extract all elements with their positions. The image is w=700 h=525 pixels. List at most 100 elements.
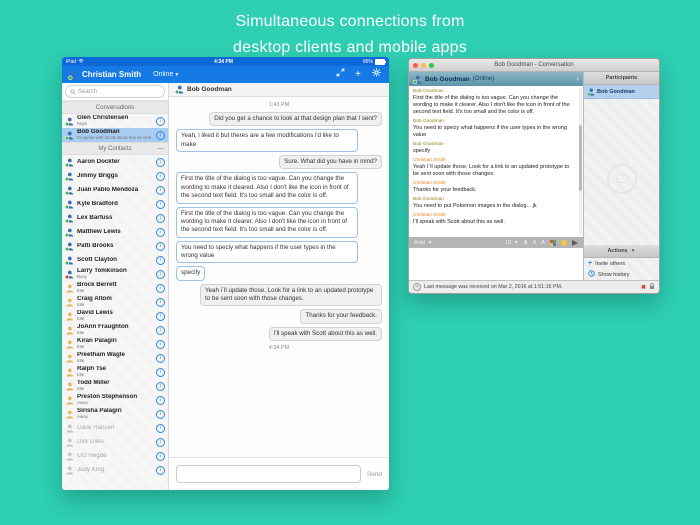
info-icon[interactable]: i: [156, 256, 165, 265]
contact-item[interactable]: Todd MillerIdlei: [62, 379, 168, 393]
contact-item[interactable]: Scott Claytoni: [62, 253, 168, 267]
presence-selector[interactable]: Online▼: [153, 71, 179, 78]
incoming-message-bubble: specify: [176, 266, 205, 280]
phone-unavailable-icon[interactable]: ✖: [641, 284, 646, 291]
send-icon[interactable]: [572, 240, 578, 246]
underline-button[interactable]: A: [541, 240, 545, 246]
action-item[interactable]: +Invite others: [584, 258, 659, 269]
emoji-icon[interactable]: [561, 240, 567, 246]
idle-person-icon: [65, 382, 74, 391]
info-icon[interactable]: i: [156, 186, 165, 195]
info-icon[interactable]: i: [156, 200, 165, 209]
actions-header: Actions▼: [584, 245, 659, 258]
timestamp: 1:43 PM: [176, 102, 382, 108]
contact-item[interactable]: Craig AltomIdlei: [62, 295, 168, 309]
mac-conversation-window: Bob Goodman - Conversation Bob Goodman (…: [408, 58, 660, 294]
contact-item[interactable]: JoAnn FraughtonIdlei: [62, 323, 168, 337]
incoming-message-bubble: Yeah, i liked it but theres are a few mo…: [176, 129, 358, 152]
info-icon[interactable]: i: [156, 368, 165, 377]
italic-button[interactable]: A: [533, 240, 537, 246]
chevron-right-icon[interactable]: ›: [576, 72, 579, 86]
chat-watermark-icon: [607, 164, 637, 194]
message-input[interactable]: [176, 465, 361, 483]
contact-item[interactable]: Brock BerrettIdlei: [62, 281, 168, 295]
incoming-message-bubble: First the title of the dialog is too vag…: [176, 207, 358, 238]
info-icon[interactable]: i: [156, 410, 165, 419]
contact-name: Patti Brooks: [77, 243, 153, 250]
contact-item[interactable]: Ralph TseIdlei: [62, 365, 168, 379]
info-icon[interactable]: i: [156, 214, 165, 223]
available-person-icon: [65, 131, 74, 140]
lock-icon[interactable]: [649, 283, 655, 292]
info-icon[interactable]: i: [156, 326, 165, 335]
available-person-icon: [65, 200, 74, 209]
dismiss-status-icon[interactable]: ✕: [413, 283, 421, 291]
available-person-icon: [65, 242, 74, 251]
contact-item[interactable]: David LewisIdlei: [62, 309, 168, 323]
mac-compose-area[interactable]: [409, 248, 583, 280]
contact-item[interactable]: Aaron Dockteri: [62, 155, 168, 169]
scrollbar-thumb[interactable]: [579, 125, 582, 191]
expand-icon[interactable]: [333, 66, 347, 83]
outgoing-message-bubble: Sure. What did you have in mind?: [279, 155, 382, 169]
send-button[interactable]: Send: [367, 471, 382, 478]
contact-item[interactable]: Preston StephensonAwayi: [62, 393, 168, 407]
font-family-select[interactable]: Arial ▼: [414, 240, 433, 246]
info-icon[interactable]: i: [156, 466, 165, 475]
info-icon[interactable]: i: [156, 424, 165, 433]
contact-item[interactable]: Kyle Bradfordi: [62, 197, 168, 211]
info-icon[interactable]: i: [156, 438, 165, 447]
contact-item[interactable]: Sirisha PalagiriAwayi: [62, 407, 168, 421]
contact-item[interactable]: Dirk Gilesi: [62, 435, 168, 449]
conversation-item[interactable]: Glen Christensenheyai: [62, 114, 168, 128]
busy-person-icon: [65, 270, 74, 279]
info-icon[interactable]: i: [156, 284, 165, 293]
font-size-select[interactable]: 10 ▼: [505, 240, 519, 246]
info-icon[interactable]: i: [156, 298, 165, 307]
color-palette-icon[interactable]: [550, 240, 556, 246]
info-icon[interactable]: i: [156, 172, 165, 181]
contact-item[interactable]: Preetham WagleIdlei: [62, 351, 168, 365]
conversation-item[interactable]: Bob GoodmanI'll speak with Scott about t…: [62, 128, 168, 142]
info-icon[interactable]: i: [156, 270, 165, 279]
contact-item[interactable]: Kiran PalagiriIdlei: [62, 337, 168, 351]
info-icon[interactable]: i: [156, 382, 165, 391]
info-icon[interactable]: i: [156, 340, 165, 349]
contact-item[interactable]: Larry TomkinsonBusyi: [62, 267, 168, 281]
bold-button[interactable]: A: [524, 240, 528, 246]
contact-name: Lex Barfuss: [77, 215, 153, 222]
action-item[interactable]: Show history: [584, 269, 659, 280]
contact-item[interactable]: Judy Kingi: [62, 463, 168, 477]
outgoing-message-bubble: I'll speak with Scott about this as well…: [269, 327, 382, 341]
contact-name: Aaron Dockter: [77, 159, 153, 166]
contact-item[interactable]: Lex Barfussi: [62, 211, 168, 225]
collapse-contacts-button[interactable]: —: [157, 143, 164, 154]
contact-item[interactable]: Matthew Lewisi: [62, 225, 168, 239]
contact-item[interactable]: Patti Brooksi: [62, 239, 168, 253]
contact-item[interactable]: Juan Pablo Mendozai: [62, 183, 168, 197]
contact-item[interactable]: Jimmy Briggsi: [62, 169, 168, 183]
away-person-icon: [65, 396, 74, 405]
info-icon[interactable]: i: [156, 396, 165, 405]
contact-status-text: Away: [77, 415, 153, 420]
info-icon[interactable]: i: [156, 131, 165, 140]
peer-name: Bob Goodman: [425, 76, 470, 83]
info-icon[interactable]: i: [156, 354, 165, 363]
participant-item[interactable]: Bob Goodman: [584, 85, 659, 99]
info-icon[interactable]: i: [156, 228, 165, 237]
gear-icon[interactable]: [369, 66, 383, 83]
info-icon[interactable]: i: [156, 158, 165, 167]
search-input[interactable]: Search: [65, 85, 165, 98]
contact-item[interactable]: Dave Hanseni: [62, 421, 168, 435]
info-icon[interactable]: i: [156, 117, 165, 126]
info-icon[interactable]: i: [156, 452, 165, 461]
info-icon[interactable]: i: [156, 312, 165, 321]
message-text: You need to put Pokemon images in the di…: [413, 203, 576, 210]
scrollbar[interactable]: [579, 88, 582, 235]
available-person-icon: [65, 117, 74, 126]
info-icon[interactable]: i: [156, 242, 165, 251]
contact-item[interactable]: GG Hegdei: [62, 449, 168, 463]
message-text: Thanks for your feedback.: [413, 187, 576, 194]
new-chat-button[interactable]: +: [351, 66, 365, 83]
contact-status-text: Away: [77, 401, 153, 406]
